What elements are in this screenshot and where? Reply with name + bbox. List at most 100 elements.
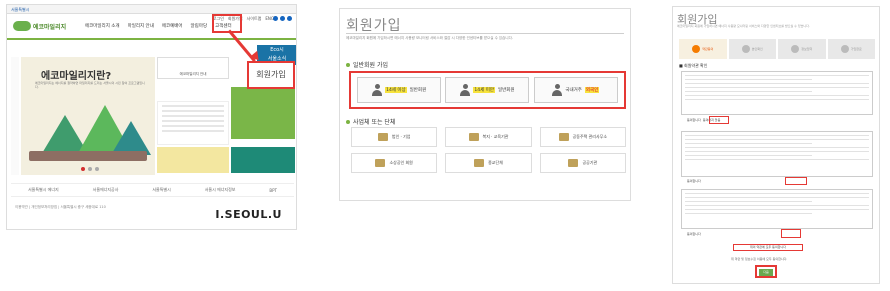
section-heading: 일반회원 가입 [346, 60, 388, 69]
join-public-button[interactable]: 공공기관 [539, 153, 626, 173]
list-item[interactable] [162, 105, 224, 107]
next-button[interactable]: 다음 [759, 269, 773, 276]
facebook-icon[interactable] [273, 16, 278, 21]
nav-item[interactable]: 알림마당 [191, 23, 208, 29]
terms-line [685, 208, 869, 210]
hero-banner[interactable]: 에코마일리지란? 에코마일리지는 에너지를 절약하면 마일리지를 드리는 서울시… [21, 57, 155, 175]
terms-line [685, 86, 869, 88]
bullet-icon [346, 119, 350, 124]
join-steps: 약관동의 본인확인 정보입력 가입완료 [679, 39, 875, 59]
sitemap-link[interactable]: 사이트맵 [247, 16, 262, 22]
list-item[interactable] [162, 110, 224, 112]
bullet-icon [346, 62, 350, 67]
join-foreigner-button[interactable]: 국내거주 외국인 [533, 77, 618, 103]
partner-logo[interactable]: 서울특별시 에너지 [28, 187, 59, 193]
site-logo[interactable]: 에코마일리지 [13, 21, 69, 31]
step-label: 본인확인 [751, 47, 763, 51]
partner-logo[interactable]: BPT [269, 188, 277, 193]
step-label: 정보입력 [801, 47, 813, 51]
church-icon [474, 159, 485, 167]
ground-illustration [29, 151, 147, 161]
agree-radio[interactable]: 동의합니다 [687, 179, 701, 183]
terms-line [685, 212, 812, 214]
age-highlight: 14세 미만 [473, 87, 495, 93]
nav-item[interactable]: 에코예배어 [162, 23, 183, 29]
terms-line [685, 196, 869, 198]
terms-line [685, 200, 812, 202]
join-religious-button[interactable]: 종교단체 [445, 153, 532, 173]
school-icon [468, 133, 479, 141]
promo-banner[interactable] [231, 87, 295, 139]
button-label: 복지 · 교육기관 [482, 134, 509, 139]
button-label: 공동주택 관리사무소 [572, 134, 608, 139]
step-item: 가입완료 [827, 39, 875, 59]
terms-line [685, 138, 869, 140]
promo-card[interactable] [231, 147, 295, 173]
notice-list [157, 101, 229, 145]
page-title: 회원가입 [346, 18, 402, 34]
button-label: 소상공인 회원 [389, 160, 413, 165]
terms-line [685, 78, 812, 80]
list-item[interactable] [162, 115, 224, 117]
join-corporate-button[interactable]: 법인 · 기업 [351, 127, 438, 147]
twitter-icon[interactable] [280, 16, 285, 21]
shop-icon [375, 159, 386, 167]
social-icons [273, 16, 292, 21]
person-icon [460, 84, 471, 96]
nav-item[interactable]: 마일리지 안내 [128, 23, 154, 29]
join-welfare-button[interactable]: 복지 · 교육기관 [445, 127, 532, 147]
nav-item[interactable]: 에코마일리지 소개 [85, 23, 120, 29]
third-party-textbox[interactable] [681, 189, 873, 229]
blog-icon[interactable] [287, 16, 292, 21]
partner-logo[interactable]: 서울에너지공사 [93, 187, 119, 193]
list-item[interactable] [162, 130, 224, 132]
person-icon [552, 84, 563, 96]
carousel-dots [81, 167, 99, 171]
section-heading: ■ 회원약관 확인 [679, 63, 708, 68]
partner-logos: 서울특별시 에너지 서울에너지공사 서울특별시 서울시 에너지정보 BPT [11, 183, 294, 197]
quick-cards: 에코마일리지 안내 [157, 57, 229, 81]
join-smallbiz-button[interactable]: 소상공인 회원 [351, 153, 438, 173]
age-highlight: 14세 이상 [385, 87, 407, 93]
terms-line [685, 204, 869, 206]
join-over14-button[interactable]: 14세 이상 일반회원 [357, 77, 442, 103]
quick-card[interactable]: 에코마일리지 안내 [157, 57, 229, 79]
terms-line [685, 90, 812, 92]
agree-radio[interactable]: 동의합니다 [687, 118, 701, 122]
join-button-zoom[interactable]: 회원가입 [247, 61, 295, 89]
page-description: 에코마일리지 회원에 가입하시면 에너지 사용량 모니터링 서비스와 절감 시 … [346, 36, 513, 40]
section-heading: 사업체 또는 단체 [346, 117, 395, 126]
carousel-dot[interactable] [95, 167, 99, 171]
list-item[interactable] [162, 120, 224, 122]
carousel-dot[interactable] [81, 167, 85, 171]
step-icon [741, 45, 750, 53]
terms-textbox[interactable] [681, 71, 873, 115]
terms-line [685, 94, 869, 96]
list-item[interactable] [162, 125, 224, 127]
terms-line [685, 142, 812, 144]
step-item: 정보입력 [778, 39, 826, 59]
join-apartment-button[interactable]: 공동주택 관리사무소 [539, 127, 626, 147]
partner-logo[interactable]: 서울특별시 [152, 187, 170, 193]
join-type-page: 회원가입 에코마일리지 회원에 가입하시면 에너지 사용량 모니터링 서비스와 … [339, 8, 631, 201]
highlight-box [785, 177, 807, 185]
top-bar: 서울특별시 [7, 5, 296, 14]
terms-line [685, 146, 869, 148]
agree-all-checkbox[interactable]: 위의 약관에 모두 동의합니다 [733, 244, 803, 251]
homepage-screenshot: 서울특별시 에코마일리지 에코마일리지 소개 마일리지 안내 에코예배어 알림마… [6, 4, 297, 230]
carousel-dot[interactable] [88, 167, 92, 171]
agree-radio[interactable]: 동의합니다 [687, 232, 701, 236]
terms-line [685, 158, 869, 160]
terms-line [685, 98, 869, 100]
button-label: 일반회원 [497, 88, 515, 93]
promo-card[interactable] [157, 147, 229, 173]
step-icon [840, 45, 849, 53]
terms-line [685, 154, 812, 156]
news-banner-line: Eco시 [270, 47, 284, 53]
section-heading-text: 일반회원 가입 [353, 62, 389, 69]
page-description: 에코마일리지 회원에 가입하시면 에너지 사용량 모니터링 서비스와 다양한 인… [677, 24, 810, 28]
privacy-textbox[interactable] [681, 131, 873, 177]
join-under14-button[interactable]: 14세 미만 일반회원 [445, 77, 530, 103]
main-nav: 에코마일리지 소개 마일리지 안내 에코예배어 알림마당 고객센터 [85, 23, 232, 29]
partner-logo[interactable]: 서울시 에너지정보 [205, 187, 236, 193]
